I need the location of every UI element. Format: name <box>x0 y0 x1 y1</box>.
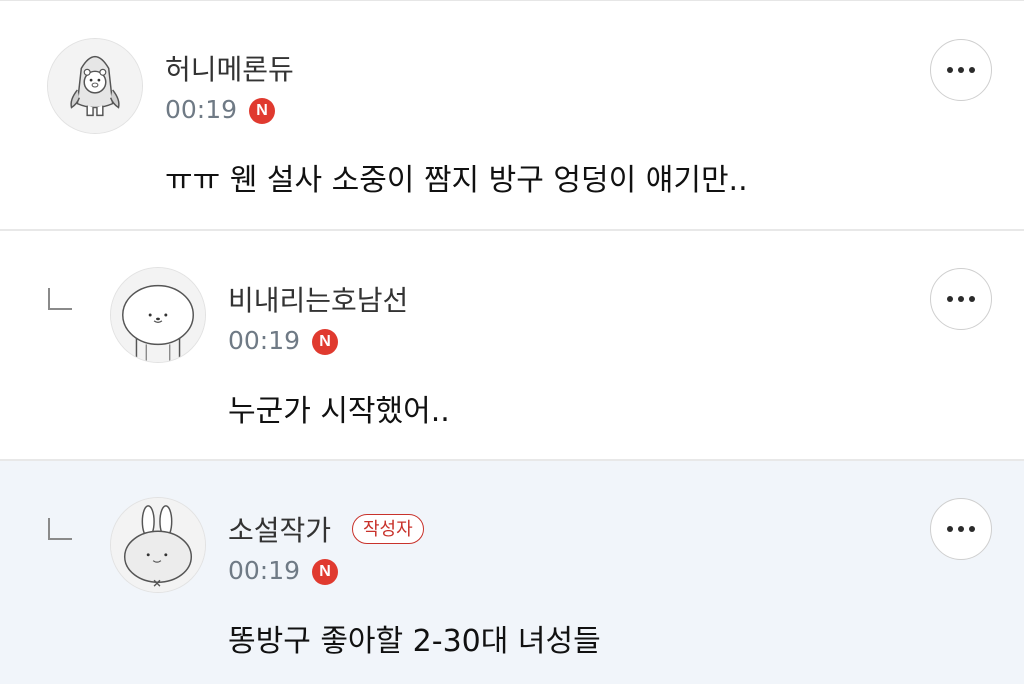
penguin-bear-avatar-icon[interactable] <box>47 38 143 134</box>
more-dot-icon <box>947 67 953 73</box>
more-dot-icon <box>969 296 975 302</box>
reply-arrow-icon <box>48 288 72 310</box>
comment-item: 허니메론듀 00:19 N ㅠㅠ 웬 설사 소중이 짬지 방구 엉덩이 얘기만.… <box>0 1 1024 229</box>
more-dot-icon <box>969 67 975 73</box>
author-nickname[interactable]: 소설작가 <box>228 509 331 549</box>
author-nickname[interactable]: 허니메론듀 <box>165 48 294 88</box>
more-options-button[interactable] <box>930 39 992 101</box>
more-dot-icon <box>947 296 953 302</box>
new-badge: N <box>249 98 275 124</box>
comment-time: 00:19 <box>228 326 301 355</box>
more-dot-icon <box>947 526 953 532</box>
author-reply-comment-item: 소설작가 작성자 00:19 N 똥방구 좋아할 2-30대 녀성들 <box>0 461 1024 684</box>
comment-text: 똥방구 좋아할 2-30대 녀성들 <box>228 624 601 659</box>
comment-list: 허니메론듀 00:19 N ㅠㅠ 웬 설사 소중이 짬지 방구 엉덩이 얘기만.… <box>0 0 1024 684</box>
comment-text: ㅠㅠ 웬 설사 소중이 짬지 방구 엉덩이 얘기만.. <box>165 163 748 198</box>
author-nickname[interactable]: 비내리는호남선 <box>228 279 408 319</box>
more-options-button[interactable] <box>930 268 992 330</box>
new-badge: N <box>312 329 338 355</box>
bunny-avatar-icon[interactable] <box>110 497 206 593</box>
comment-time: 00:19 <box>228 556 301 585</box>
more-dot-icon <box>958 67 964 73</box>
new-badge: N <box>312 559 338 585</box>
reply-comment-item: 비내리는호남선 00:19 N 누군가 시작했어.. <box>0 231 1024 459</box>
author-tag-badge: 작성자 <box>352 514 424 544</box>
more-options-button[interactable] <box>930 498 992 560</box>
more-dot-icon <box>958 296 964 302</box>
comment-time: 00:19 <box>165 95 238 124</box>
more-dot-icon <box>958 526 964 532</box>
more-dot-icon <box>969 526 975 532</box>
comment-text: 누군가 시작했어.. <box>228 394 450 429</box>
round-face-avatar-icon[interactable] <box>110 267 206 363</box>
reply-arrow-icon <box>48 518 72 540</box>
